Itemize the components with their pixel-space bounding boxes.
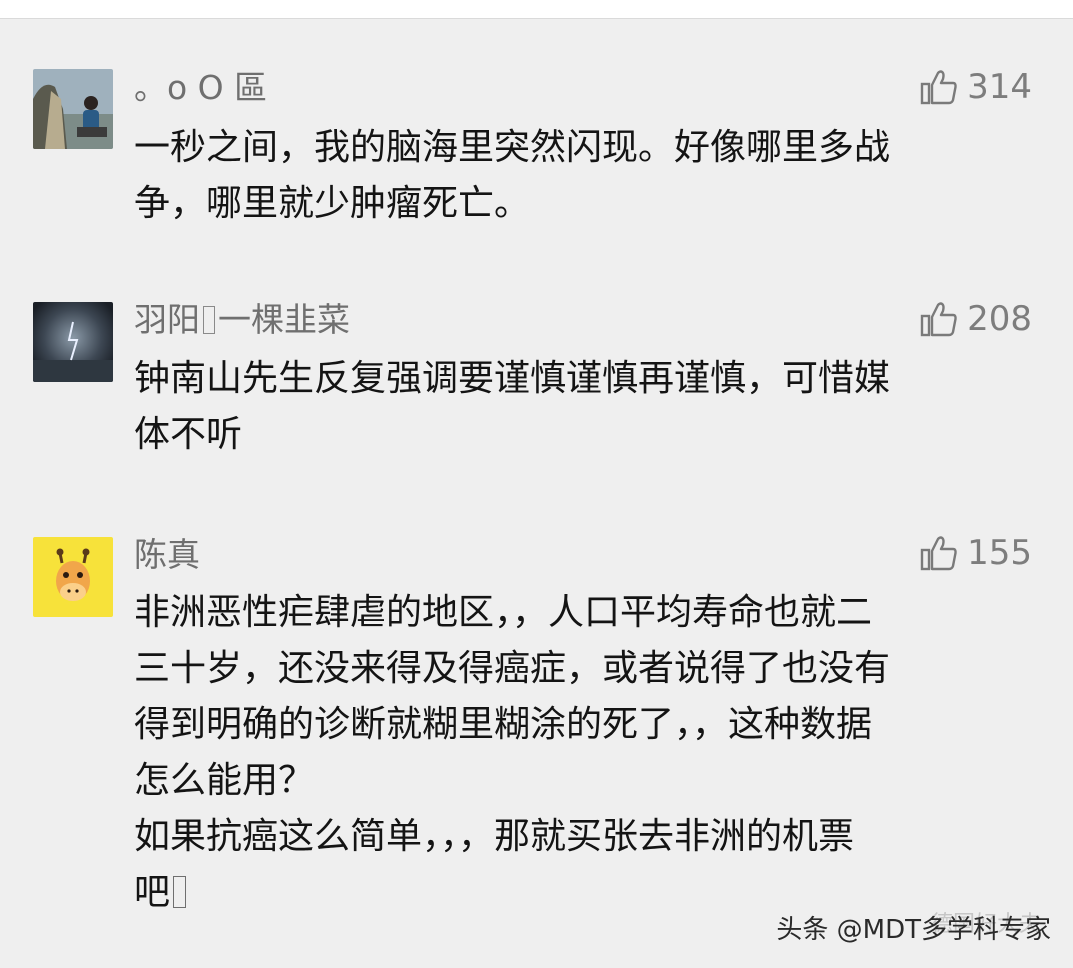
comment-line: 一秒之间，我的脑海里突然闪现。好像哪里多战 [134,127,891,168]
avatar[interactable] [33,537,113,617]
comment-line: 体不听 [134,414,243,455]
comment-line: 钟南山先生反复强调要谨慎谨慎再谨慎，可惜媒 [134,358,891,399]
comment-line: 怎么能用？ [134,760,315,801]
comment-line-text: 吧 [134,872,171,913]
comment-line: 得到明确的诊断就糊里糊涂的死了，，这种数据 [134,704,873,745]
thumbs-up-icon [920,302,957,337]
like-button[interactable]: 208 [919,297,1032,341]
comment-line: 三十岁，还没来得及得癌症，或者说得了也没有 [134,648,891,689]
like-count: 208 [967,299,1032,339]
like-button[interactable]: 314 [919,65,1032,109]
like-button[interactable]: 155 [919,531,1032,575]
like-count: 155 [967,533,1032,573]
avatar-photo-icon [33,69,113,149]
comment-author[interactable]: 。o O 區 [134,68,267,108]
missing-glyph-icon [203,306,215,334]
avatar-storm-icon [33,302,113,382]
missing-glyph-icon [173,876,187,908]
watermark-text: 头条 @MDT多学科专家 [776,915,1051,945]
thumbs-up-icon [920,536,957,571]
avatar[interactable] [33,302,113,382]
watermark: 头条 @MDT多学科专家 [776,909,1051,946]
author-name: 。o O 區 [134,68,268,107]
author-name-tail: 一棵韭菜 [218,300,350,339]
avatar[interactable] [33,69,113,149]
giraffe-avatar-icon [33,537,113,617]
comment-author[interactable]: 陈真 [134,535,200,575]
comment-text: 钟南山先生反复强调要谨慎谨慎再谨慎，可惜媒 体不听 [134,351,1014,463]
like-count: 314 [967,67,1032,107]
author-name: 羽阳 [134,300,200,339]
comment-author[interactable]: 羽阳 一棵韭菜 [134,300,350,340]
comment-line: 如果抗癌这么简单，，，那就买张去非洲的机票 [134,816,855,857]
top-divider-band [0,0,1073,19]
comment-text: 一秒之间，我的脑海里突然闪现。好像哪里多战 争，哪里就少肿瘤死亡。 [134,120,1014,232]
comment-text: 非洲恶性疟肆虐的地区，，人口平均寿命也就二 三十岁，还没来得及得癌症，或者说得了… [134,585,1014,921]
comment-line: 争，哪里就少肿瘤死亡。 [134,183,531,224]
comment-line: 非洲恶性疟肆虐的地区，，人口平均寿命也就二 [134,592,873,633]
thumbs-up-icon [920,70,957,105]
author-name: 陈真 [134,535,200,574]
